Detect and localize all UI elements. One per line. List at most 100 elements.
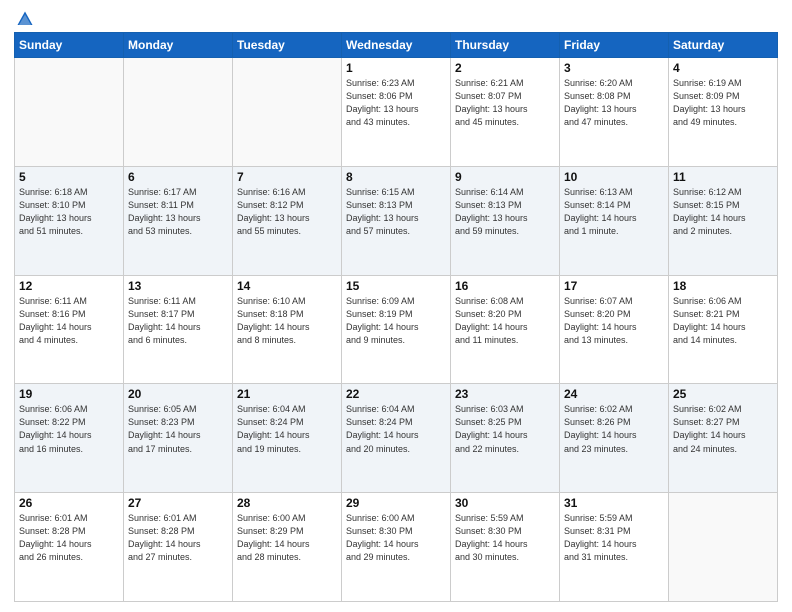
day-number: 31 xyxy=(564,496,664,510)
day-number: 12 xyxy=(19,279,119,293)
day-info: Sunrise: 6:23 AM Sunset: 8:06 PM Dayligh… xyxy=(346,77,446,129)
calendar-cell-1-6: 11 Sunrise: 6:12 AM Sunset: 8:15 PM Dayli… xyxy=(669,166,778,275)
day-number: 27 xyxy=(128,496,228,510)
weekday-header-saturday: Saturday xyxy=(669,33,778,58)
day-number: 3 xyxy=(564,61,664,75)
day-number: 30 xyxy=(455,496,555,510)
calendar-cell-3-6: 25 Sunrise: 6:02 AM Sunset: 8:27 PM Dayli… xyxy=(669,384,778,493)
calendar-cell-0-1 xyxy=(124,58,233,167)
calendar-cell-4-5: 31 Sunrise: 5:59 AM Sunset: 8:31 PM Dayli… xyxy=(560,493,669,602)
day-info: Sunrise: 6:00 AM Sunset: 8:30 PM Dayligh… xyxy=(346,512,446,564)
day-info: Sunrise: 6:11 AM Sunset: 8:16 PM Dayligh… xyxy=(19,295,119,347)
day-info: Sunrise: 6:08 AM Sunset: 8:20 PM Dayligh… xyxy=(455,295,555,347)
day-number: 16 xyxy=(455,279,555,293)
day-number: 8 xyxy=(346,170,446,184)
day-info: Sunrise: 6:16 AM Sunset: 8:12 PM Dayligh… xyxy=(237,186,337,238)
day-info: Sunrise: 6:01 AM Sunset: 8:28 PM Dayligh… xyxy=(128,512,228,564)
week-row-2: 12 Sunrise: 6:11 AM Sunset: 8:16 PM Dayli… xyxy=(15,275,778,384)
day-number: 6 xyxy=(128,170,228,184)
day-info: Sunrise: 6:07 AM Sunset: 8:20 PM Dayligh… xyxy=(564,295,664,347)
day-number: 2 xyxy=(455,61,555,75)
logo xyxy=(14,10,34,26)
day-number: 15 xyxy=(346,279,446,293)
calendar-cell-3-0: 19 Sunrise: 6:06 AM Sunset: 8:22 PM Dayli… xyxy=(15,384,124,493)
week-row-1: 5Sunrise: 6:18 AM Sunset: 8:10 PM Daylig… xyxy=(15,166,778,275)
logo-icon xyxy=(16,10,34,28)
day-number: 4 xyxy=(673,61,773,75)
calendar-cell-1-4: 9Sunrise: 6:14 AM Sunset: 8:13 PM Daylig… xyxy=(451,166,560,275)
day-info: Sunrise: 6:11 AM Sunset: 8:17 PM Dayligh… xyxy=(128,295,228,347)
calendar-cell-2-5: 17 Sunrise: 6:07 AM Sunset: 8:20 PM Dayli… xyxy=(560,275,669,384)
day-info: Sunrise: 6:05 AM Sunset: 8:23 PM Dayligh… xyxy=(128,403,228,455)
calendar-cell-2-3: 15 Sunrise: 6:09 AM Sunset: 8:19 PM Dayli… xyxy=(342,275,451,384)
calendar-cell-2-4: 16 Sunrise: 6:08 AM Sunset: 8:20 PM Dayli… xyxy=(451,275,560,384)
calendar-cell-0-4: 2Sunrise: 6:21 AM Sunset: 8:07 PM Daylig… xyxy=(451,58,560,167)
calendar-cell-4-6 xyxy=(669,493,778,602)
day-info: Sunrise: 6:03 AM Sunset: 8:25 PM Dayligh… xyxy=(455,403,555,455)
day-info: Sunrise: 6:12 AM Sunset: 8:15 PM Dayligh… xyxy=(673,186,773,238)
day-info: Sunrise: 5:59 AM Sunset: 8:31 PM Dayligh… xyxy=(564,512,664,564)
day-info: Sunrise: 6:02 AM Sunset: 8:27 PM Dayligh… xyxy=(673,403,773,455)
day-number: 25 xyxy=(673,387,773,401)
day-info: Sunrise: 6:06 AM Sunset: 8:21 PM Dayligh… xyxy=(673,295,773,347)
calendar-cell-1-2: 7 Sunrise: 6:16 AM Sunset: 8:12 PM Daylig… xyxy=(233,166,342,275)
day-number: 18 xyxy=(673,279,773,293)
calendar: SundayMondayTuesdayWednesdayThursdayFrid… xyxy=(14,32,778,602)
day-info: Sunrise: 6:13 AM Sunset: 8:14 PM Dayligh… xyxy=(564,186,664,238)
day-info: Sunrise: 6:04 AM Sunset: 8:24 PM Dayligh… xyxy=(237,403,337,455)
week-row-0: 1 Sunrise: 6:23 AM Sunset: 8:06 PM Daylig… xyxy=(15,58,778,167)
header xyxy=(14,10,778,26)
day-number: 11 xyxy=(673,170,773,184)
calendar-cell-3-3: 22 Sunrise: 6:04 AM Sunset: 8:24 PM Dayli… xyxy=(342,384,451,493)
day-number: 22 xyxy=(346,387,446,401)
day-info: Sunrise: 6:02 AM Sunset: 8:26 PM Dayligh… xyxy=(564,403,664,455)
calendar-cell-1-0: 5Sunrise: 6:18 AM Sunset: 8:10 PM Daylig… xyxy=(15,166,124,275)
day-info: Sunrise: 6:00 AM Sunset: 8:29 PM Dayligh… xyxy=(237,512,337,564)
day-info: Sunrise: 6:20 AM Sunset: 8:08 PM Dayligh… xyxy=(564,77,664,129)
day-number: 13 xyxy=(128,279,228,293)
day-info: Sunrise: 6:01 AM Sunset: 8:28 PM Dayligh… xyxy=(19,512,119,564)
day-info: Sunrise: 6:15 AM Sunset: 8:13 PM Dayligh… xyxy=(346,186,446,238)
day-number: 1 xyxy=(346,61,446,75)
calendar-cell-1-1: 6Sunrise: 6:17 AM Sunset: 8:11 PM Daylig… xyxy=(124,166,233,275)
weekday-header-tuesday: Tuesday xyxy=(233,33,342,58)
day-info: Sunrise: 5:59 AM Sunset: 8:30 PM Dayligh… xyxy=(455,512,555,564)
calendar-cell-3-4: 23 Sunrise: 6:03 AM Sunset: 8:25 PM Dayli… xyxy=(451,384,560,493)
day-number: 28 xyxy=(237,496,337,510)
week-row-3: 19 Sunrise: 6:06 AM Sunset: 8:22 PM Dayli… xyxy=(15,384,778,493)
day-number: 10 xyxy=(564,170,664,184)
day-number: 23 xyxy=(455,387,555,401)
calendar-cell-3-1: 20 Sunrise: 6:05 AM Sunset: 8:23 PM Dayli… xyxy=(124,384,233,493)
weekday-header-wednesday: Wednesday xyxy=(342,33,451,58)
day-number: 7 xyxy=(237,170,337,184)
calendar-cell-0-3: 1 Sunrise: 6:23 AM Sunset: 8:06 PM Daylig… xyxy=(342,58,451,167)
weekday-header-row: SundayMondayTuesdayWednesdayThursdayFrid… xyxy=(15,33,778,58)
calendar-cell-0-6: 4 Sunrise: 6:19 AM Sunset: 8:09 PM Daylig… xyxy=(669,58,778,167)
day-number: 19 xyxy=(19,387,119,401)
day-info: Sunrise: 6:10 AM Sunset: 8:18 PM Dayligh… xyxy=(237,295,337,347)
day-info: Sunrise: 6:14 AM Sunset: 8:13 PM Dayligh… xyxy=(455,186,555,238)
calendar-cell-4-1: 27 Sunrise: 6:01 AM Sunset: 8:28 PM Dayli… xyxy=(124,493,233,602)
day-info: Sunrise: 6:04 AM Sunset: 8:24 PM Dayligh… xyxy=(346,403,446,455)
calendar-cell-2-1: 13 Sunrise: 6:11 AM Sunset: 8:17 PM Dayli… xyxy=(124,275,233,384)
calendar-cell-1-5: 10 Sunrise: 6:13 AM Sunset: 8:14 PM Dayli… xyxy=(560,166,669,275)
weekday-header-monday: Monday xyxy=(124,33,233,58)
day-number: 21 xyxy=(237,387,337,401)
calendar-cell-3-2: 21 Sunrise: 6:04 AM Sunset: 8:24 PM Dayli… xyxy=(233,384,342,493)
calendar-cell-4-0: 26Sunrise: 6:01 AM Sunset: 8:28 PM Dayli… xyxy=(15,493,124,602)
day-info: Sunrise: 6:09 AM Sunset: 8:19 PM Dayligh… xyxy=(346,295,446,347)
weekday-header-thursday: Thursday xyxy=(451,33,560,58)
calendar-cell-4-2: 28 Sunrise: 6:00 AM Sunset: 8:29 PM Dayli… xyxy=(233,493,342,602)
day-info: Sunrise: 6:19 AM Sunset: 8:09 PM Dayligh… xyxy=(673,77,773,129)
calendar-cell-4-3: 29Sunrise: 6:00 AM Sunset: 8:30 PM Dayli… xyxy=(342,493,451,602)
calendar-cell-0-5: 3 Sunrise: 6:20 AM Sunset: 8:08 PM Daylig… xyxy=(560,58,669,167)
day-number: 17 xyxy=(564,279,664,293)
day-number: 20 xyxy=(128,387,228,401)
page: SundayMondayTuesdayWednesdayThursdayFrid… xyxy=(0,0,792,612)
week-row-4: 26Sunrise: 6:01 AM Sunset: 8:28 PM Dayli… xyxy=(15,493,778,602)
day-info: Sunrise: 6:06 AM Sunset: 8:22 PM Dayligh… xyxy=(19,403,119,455)
calendar-cell-1-3: 8 Sunrise: 6:15 AM Sunset: 8:13 PM Daylig… xyxy=(342,166,451,275)
calendar-cell-4-4: 30 Sunrise: 5:59 AM Sunset: 8:30 PM Dayli… xyxy=(451,493,560,602)
weekday-header-sunday: Sunday xyxy=(15,33,124,58)
day-number: 5 xyxy=(19,170,119,184)
